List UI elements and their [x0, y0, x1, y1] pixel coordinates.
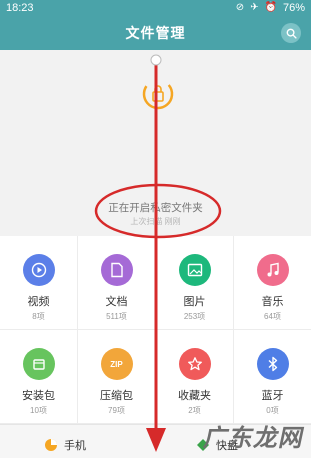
- secret-folder-subtext: 上次扫描 刚刚: [130, 217, 181, 226]
- page-title: 文件管理: [125, 25, 186, 41]
- category-images[interactable]: 图片 253项: [156, 236, 234, 330]
- app-header: 文件管理: [0, 16, 311, 50]
- document-icon: [100, 254, 133, 286]
- category-apk[interactable]: 安装包 10项: [0, 330, 78, 424]
- status-time: 18:23: [6, 2, 34, 14]
- watermark: 广东龙网: [201, 425, 308, 452]
- bluetooth-icon: [256, 348, 289, 380]
- package-icon: [22, 348, 55, 380]
- category-count: 64项: [264, 312, 281, 321]
- category-label: 压缩包: [100, 390, 133, 402]
- alarm-icon: ⏰: [264, 2, 277, 13]
- image-icon: [178, 254, 211, 286]
- category-label: 文档: [105, 296, 128, 308]
- category-count: 8项: [32, 312, 45, 321]
- secret-folder-status: 正在开启私密文件夹: [108, 202, 203, 214]
- zip-icon: ZIP: [100, 348, 133, 380]
- category-documents[interactable]: 文档 511项: [78, 236, 156, 330]
- storage-phone[interactable]: 手机: [44, 437, 86, 453]
- category-music[interactable]: 音乐 64项: [234, 236, 311, 330]
- airplane-mode-icon: ✈: [250, 2, 259, 13]
- category-count: 10项: [30, 406, 47, 415]
- do-not-disturb-icon: ⊘: [235, 2, 245, 13]
- category-favorites[interactable]: 收藏夹 2项: [156, 330, 234, 424]
- category-label: 收藏夹: [178, 390, 211, 402]
- category-label: 蓝牙: [261, 390, 284, 402]
- secret-folder-lock[interactable]: [140, 76, 176, 112]
- status-icons: ⊘ ✈ ⏰ 76%: [236, 2, 305, 14]
- category-count: 0项: [266, 406, 279, 415]
- star-icon: [178, 348, 211, 380]
- category-count: 511项: [106, 312, 127, 321]
- category-count: 2项: [188, 406, 201, 415]
- battery-percent: 76%: [282, 2, 305, 14]
- play-icon: [22, 254, 55, 286]
- search-button[interactable]: [281, 23, 301, 43]
- category-count: 79项: [108, 406, 125, 415]
- phone-storage-icon: [45, 439, 57, 451]
- category-label: 音乐: [261, 296, 284, 308]
- category-label: 图片: [183, 296, 206, 308]
- status-bar: 18:23 ⊘ ✈ ⏰ 76%: [0, 0, 311, 16]
- search-icon: [286, 28, 297, 39]
- category-grid: 视频 8项 文档 511项 图片 253项 音乐 64项 安装包 10项 ZIP…: [0, 236, 311, 424]
- category-video[interactable]: 视频 8项: [0, 236, 78, 330]
- category-count: 253项: [183, 312, 206, 321]
- zip-badge: ZIP: [110, 359, 123, 369]
- lock-icon: [152, 85, 164, 102]
- music-icon: [256, 254, 289, 286]
- category-bluetooth[interactable]: 蓝牙 0项: [234, 330, 311, 424]
- category-label: 安装包: [22, 390, 55, 402]
- storage-phone-label: 手机: [64, 440, 86, 452]
- category-label: 视频: [27, 296, 50, 308]
- category-zip[interactable]: ZIP 压缩包 79项: [78, 330, 156, 424]
